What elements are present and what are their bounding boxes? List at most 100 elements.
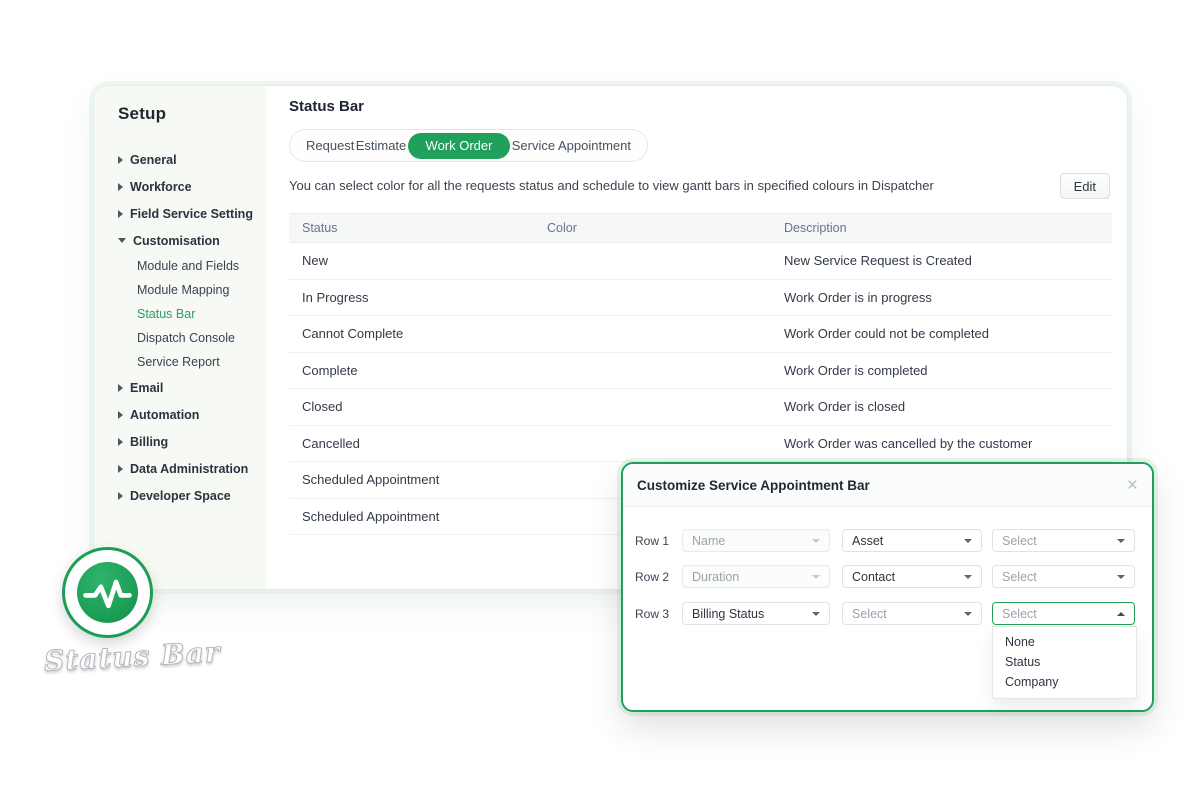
modal-row-1: Row 1 Name Asset Select — [635, 529, 1135, 552]
sidebar-subitem-label: Module Mapping — [137, 283, 230, 297]
sidebar-item-data-administration[interactable]: Data Administration — [118, 455, 266, 482]
sidebar-item-automation[interactable]: Automation — [118, 401, 266, 428]
sidebar-item-email[interactable]: Email — [118, 374, 266, 401]
sidebar-item-module-and-fields[interactable]: Module and Fields — [137, 254, 266, 278]
chevron-down-icon — [812, 538, 820, 543]
sidebar-item-workforce[interactable]: Workforce — [118, 173, 266, 200]
row3-field1-select[interactable]: Billing Status — [682, 602, 830, 625]
description-cell: Work Order is completed — [784, 362, 928, 378]
sidebar-item-label: Developer Space — [130, 488, 231, 503]
chevron-right-icon — [118, 209, 123, 218]
tab-service-appointment[interactable]: Service Appointment — [512, 138, 631, 153]
edit-button[interactable]: Edit — [1059, 173, 1110, 199]
status-cell: Closed — [302, 399, 343, 415]
sidebar-item-label: Data Administration — [130, 461, 249, 476]
sidebar-item-developer-space[interactable]: Developer Space — [118, 482, 266, 509]
select-value: Name — [692, 533, 726, 548]
header-color: Color — [547, 221, 577, 235]
chevron-down-icon — [964, 574, 972, 579]
sidebar-item-module-mapping[interactable]: Module Mapping — [137, 278, 266, 302]
dropdown-option-none[interactable]: None — [993, 632, 1136, 652]
modal-header: Customize Service Appointment Bar × — [623, 464, 1152, 507]
sidebar-item-customisation[interactable]: Customisation — [118, 227, 266, 254]
module-tabbar: Request Estimate Work Order Service Appo… — [289, 129, 648, 162]
chevron-down-icon — [812, 611, 820, 616]
sidebar-title: Setup — [118, 104, 167, 123]
header-description: Description — [784, 221, 847, 235]
chevron-down-icon — [1117, 574, 1125, 579]
row1-field2-select[interactable]: Asset — [842, 529, 982, 552]
close-icon[interactable]: × — [1127, 476, 1138, 495]
select-value: Select — [1002, 533, 1037, 548]
chevron-right-icon — [118, 182, 123, 191]
chevron-down-icon — [812, 574, 820, 579]
sidebar-item-dispatch-console[interactable]: Dispatch Console — [137, 326, 266, 350]
status-cell: In Progress — [302, 289, 369, 305]
select-value: Select — [1002, 606, 1037, 621]
chevron-down-icon — [1117, 538, 1125, 543]
status-bar-badge — [62, 547, 153, 638]
row3-field3-select[interactable]: Select — [992, 602, 1135, 625]
select-value: Select — [852, 606, 887, 621]
badge-script-label: Status Bar — [43, 635, 222, 678]
chevron-right-icon — [118, 383, 123, 392]
sidebar-item-billing[interactable]: Billing — [118, 428, 266, 455]
row1-field1-select: Name — [682, 529, 830, 552]
description-cell: Work Order is closed — [784, 399, 906, 415]
sidebar-nav: General Workforce Field Service Setting … — [118, 146, 266, 509]
sidebar-item-label: Email — [130, 380, 164, 395]
customize-service-appointment-modal: Customize Service Appointment Bar × Row … — [621, 462, 1154, 712]
status-cell: New — [302, 253, 329, 269]
chevron-down-icon — [964, 611, 972, 616]
modal-row-2: Row 2 Duration Contact Select — [635, 565, 1135, 588]
sidebar-item-status-bar[interactable]: Status Bar — [137, 302, 266, 326]
sidebar-subitem-label: Module and Fields — [137, 259, 240, 273]
dropdown-option-company[interactable]: Company — [993, 672, 1136, 692]
dropdown-option-status[interactable]: Status — [993, 652, 1136, 672]
tab-estimate[interactable]: Estimate — [356, 138, 407, 153]
row-label: Row 1 — [635, 533, 670, 548]
customisation-subnav: Module and Fields Module Mapping Status … — [118, 254, 266, 374]
select-value: Billing Status — [692, 606, 765, 621]
row-label: Row 3 — [635, 606, 670, 621]
sidebar-subitem-label: Service Report — [137, 355, 220, 369]
table-row: In Progress Work Order is in progress — [289, 280, 1112, 316]
row2-field1-select: Duration — [682, 565, 830, 588]
chevron-right-icon — [118, 437, 123, 446]
sidebar-item-label: General — [130, 152, 177, 167]
modal-row-3: Row 3 Billing Status Select Select — [635, 602, 1135, 625]
sidebar-item-label: Customisation — [133, 233, 220, 248]
chevron-up-icon — [1117, 611, 1125, 616]
row-label: Row 2 — [635, 569, 670, 584]
table-row: Closed Work Order is closed — [289, 389, 1112, 426]
status-cell: Complete — [302, 362, 358, 378]
header-status: Status — [302, 221, 338, 235]
row1-field3-select[interactable]: Select — [992, 529, 1135, 552]
select-value: Duration — [692, 569, 740, 584]
status-cell: Scheduled Appointment — [302, 472, 440, 488]
select-value: Select — [1002, 569, 1037, 584]
page-title: Status Bar — [289, 98, 365, 115]
sidebar-item-field-service-setting[interactable]: Field Service Setting — [118, 200, 266, 227]
sidebar-subitem-label: Status Bar — [137, 307, 196, 321]
status-cell: Scheduled Appointment — [302, 508, 440, 524]
chevron-right-icon — [118, 410, 123, 419]
sidebar-item-label: Billing — [130, 434, 169, 449]
select-value: Contact — [852, 569, 896, 584]
select-value: Asset — [852, 533, 884, 548]
sidebar-item-service-report[interactable]: Service Report — [137, 350, 266, 374]
pulse-icon — [77, 562, 138, 623]
sidebar-item-label: Automation — [130, 407, 200, 422]
description-cell: Work Order was cancelled by the customer — [784, 435, 1033, 451]
sidebar-item-general[interactable]: General — [118, 146, 266, 173]
page-description: You can select color for all the request… — [289, 178, 934, 193]
description-cell: New Service Request is Created — [784, 253, 972, 269]
row2-field3-select[interactable]: Select — [992, 565, 1135, 588]
tab-request[interactable]: Request — [306, 138, 354, 153]
row2-field2-select[interactable]: Contact — [842, 565, 982, 588]
select-dropdown-menu: None Status Company — [992, 626, 1137, 699]
status-table-header: Status Color Description — [289, 213, 1112, 243]
chevron-right-icon — [118, 155, 123, 164]
tab-work-order[interactable]: Work Order — [407, 132, 511, 159]
row3-field2-select[interactable]: Select — [842, 602, 982, 625]
